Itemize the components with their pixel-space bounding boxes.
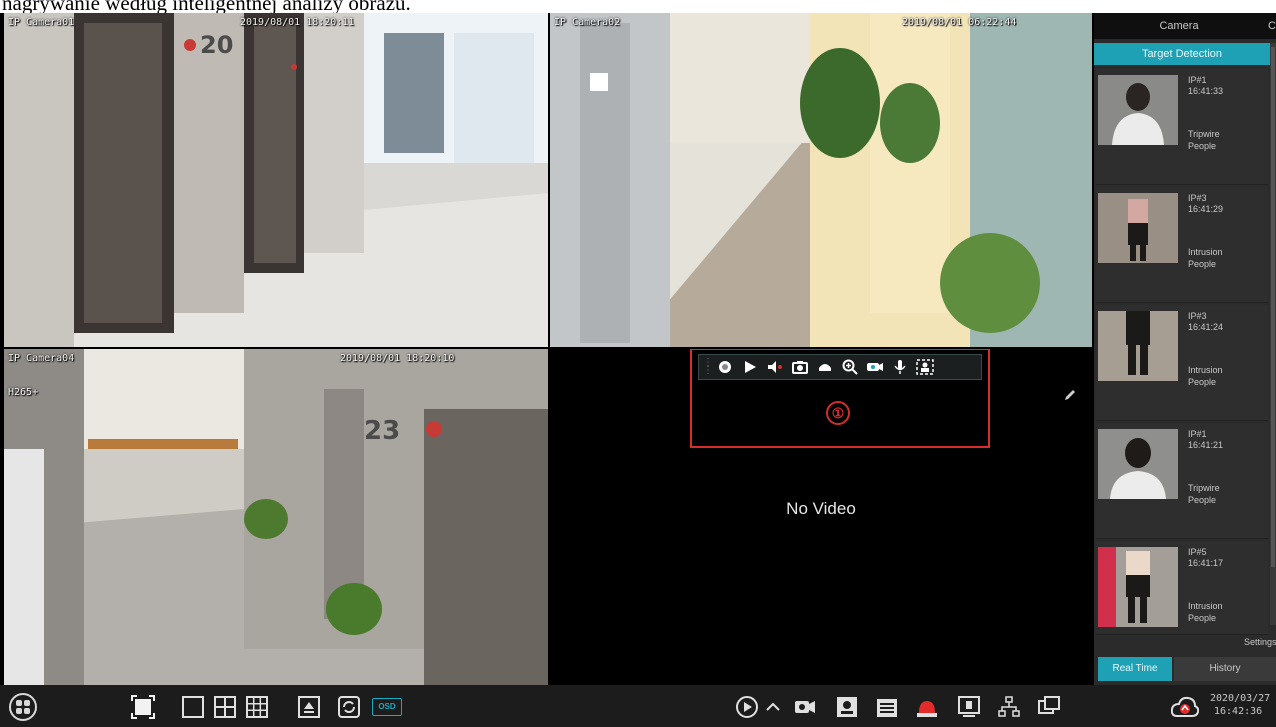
clock-date: 2020/03/27 <box>1210 693 1271 704</box>
layout-9-icon[interactable] <box>244 694 270 720</box>
event-time: 16:41:21 <box>1188 440 1224 450</box>
start-menu-icon[interactable] <box>8 692 38 722</box>
camera-name: IP Camera04 <box>8 353 75 364</box>
event-type: Tripwire <box>1188 483 1220 493</box>
layout-4-icon[interactable] <box>212 694 238 720</box>
side-tabs: Camera C <box>1094 13 1276 39</box>
event-item[interactable]: IP#5 16:41:17 Intrusion People <box>1096 541 1268 635</box>
drag-handle-icon[interactable]: ⋮ ⋮ <box>703 358 713 376</box>
clock-time: 16:42:36 <box>1214 706 1263 717</box>
playback-icon[interactable] <box>739 356 761 378</box>
event-type: Intrusion <box>1188 247 1223 257</box>
camera-tile-2[interactable]: IP Camera02 2019/08/01 06:22:44 <box>550 13 1092 347</box>
svg-text:20: 20 <box>200 31 233 59</box>
mode-target-detection[interactable]: Target Detection <box>1094 43 1270 65</box>
record-icon[interactable] <box>714 356 736 378</box>
callout-marker: ① <box>826 401 850 425</box>
alarm-status-icon[interactable] <box>834 694 860 720</box>
event-camera: IP#5 <box>1188 547 1207 557</box>
camera-timestamp: 2019/08/01 18:20:10 <box>340 353 455 364</box>
manual-record-icon[interactable] <box>792 694 818 720</box>
taskbar: OSD 2020/03/27 16:42:36 <box>0 685 1276 727</box>
camera-2-video <box>550 13 1092 347</box>
record-status-icon[interactable] <box>874 694 900 720</box>
microphone-icon[interactable] <box>889 356 911 378</box>
event-time: 16:41:33 <box>1188 86 1224 96</box>
event-object: People <box>1188 141 1217 151</box>
event-object: People <box>1188 259 1217 269</box>
target-detection-panel: Camera C Target Detection IP#1 16:41:33 … <box>1094 13 1276 685</box>
event-item[interactable]: IP#1 16:41:33 Tripwire People <box>1096 69 1268 185</box>
event-snapshot <box>1098 547 1178 627</box>
camera-tile-1[interactable]: 20 IP Camera01 2019/08/01 18:20:11 <box>4 13 548 347</box>
network-icon[interactable] <box>996 694 1022 720</box>
camera-name: IP Camera02 <box>554 17 621 28</box>
event-camera: IP#3 <box>1188 311 1207 321</box>
info-icon[interactable] <box>1036 694 1062 720</box>
collapse-icon[interactable] <box>764 694 782 720</box>
tab-real-time[interactable]: Real Time <box>1098 657 1172 681</box>
event-camera: IP#1 <box>1188 429 1207 439</box>
event-type: Intrusion <box>1188 601 1223 611</box>
camera-1-video: 20 <box>4 13 548 347</box>
event-object: People <box>1188 377 1217 387</box>
cloud-upgrade-icon[interactable] <box>1170 694 1200 720</box>
event-type: Intrusion <box>1188 365 1223 375</box>
no-video-label: No Video <box>786 499 856 518</box>
event-snapshot <box>1098 429 1178 499</box>
snapshot-icon[interactable] <box>789 356 811 378</box>
tab-history[interactable]: History <box>1174 657 1276 681</box>
disk-info-icon[interactable] <box>956 694 982 720</box>
screen-select-icon[interactable] <box>296 694 322 720</box>
smart-detect-icon[interactable] <box>914 356 936 378</box>
svg-text:23: 23 <box>364 416 400 446</box>
camera-tile-4[interactable]: ⋮ ⋮ ① No Video <box>550 349 1092 685</box>
event-snapshot <box>1098 75 1178 145</box>
audio-icon[interactable] <box>764 356 786 378</box>
camera-codec: H265+ <box>8 387 39 398</box>
camera-timestamp: 2019/08/01 06:22:44 <box>902 17 1017 28</box>
zoom-icon[interactable] <box>839 356 861 378</box>
event-camera: IP#3 <box>1188 193 1207 203</box>
event-object: People <box>1188 613 1217 623</box>
side-bottom-tabs: Real Time History <box>1094 657 1276 681</box>
event-item[interactable]: IP#3 16:41:29 Intrusion People <box>1096 187 1268 303</box>
camera-grid: 20 IP Camera01 2019/08/01 18:20:11 IP Ca… <box>4 13 1092 685</box>
event-scrollbar[interactable] <box>1270 43 1276 625</box>
edit-pencil-icon[interactable] <box>1062 387 1078 403</box>
camera-tile-3[interactable]: 23 IP Camera04 2019/08/01 18:20:10 H265+ <box>4 349 548 685</box>
event-camera: IP#1 <box>1188 75 1207 85</box>
camera-color-icon[interactable] <box>864 356 886 378</box>
osd-button[interactable]: OSD <box>372 698 402 716</box>
scrollbar-thumb[interactable] <box>1271 47 1275 567</box>
tab-more[interactable]: C <box>1268 13 1276 39</box>
camera-timestamp: 2019/08/01 18:20:11 <box>240 17 355 28</box>
ptz-icon[interactable] <box>814 356 836 378</box>
camera-name: IP Camera01 <box>8 17 75 28</box>
event-time: 16:41:17 <box>1188 558 1224 568</box>
event-item[interactable]: IP#3 16:41:24 Intrusion People <box>1096 305 1268 421</box>
channel-toolbar: ⋮ ⋮ <box>698 354 982 380</box>
sequence-icon[interactable] <box>336 694 362 720</box>
event-type: Tripwire <box>1188 129 1220 139</box>
tab-camera[interactable]: Camera <box>1094 13 1264 39</box>
event-time: 16:41:29 <box>1188 204 1224 214</box>
event-object: People <box>1188 495 1217 505</box>
event-time: 16:41:24 <box>1188 322 1224 332</box>
alarm-icon[interactable] <box>914 694 940 720</box>
playback-icon[interactable] <box>734 694 760 720</box>
event-item[interactable]: IP#1 16:41:21 Tripwire People <box>1096 423 1268 539</box>
layout-1-icon[interactable] <box>180 694 206 720</box>
nvr-live-view: 20 IP Camera01 2019/08/01 18:20:11 IP Ca… <box>0 13 1276 727</box>
camera-3-video: 23 <box>4 349 548 685</box>
event-snapshot <box>1098 193 1178 263</box>
fullscreen-icon[interactable] <box>130 694 156 720</box>
event-snapshot <box>1098 311 1178 381</box>
settings-link[interactable]: Settings <box>1244 637 1276 647</box>
